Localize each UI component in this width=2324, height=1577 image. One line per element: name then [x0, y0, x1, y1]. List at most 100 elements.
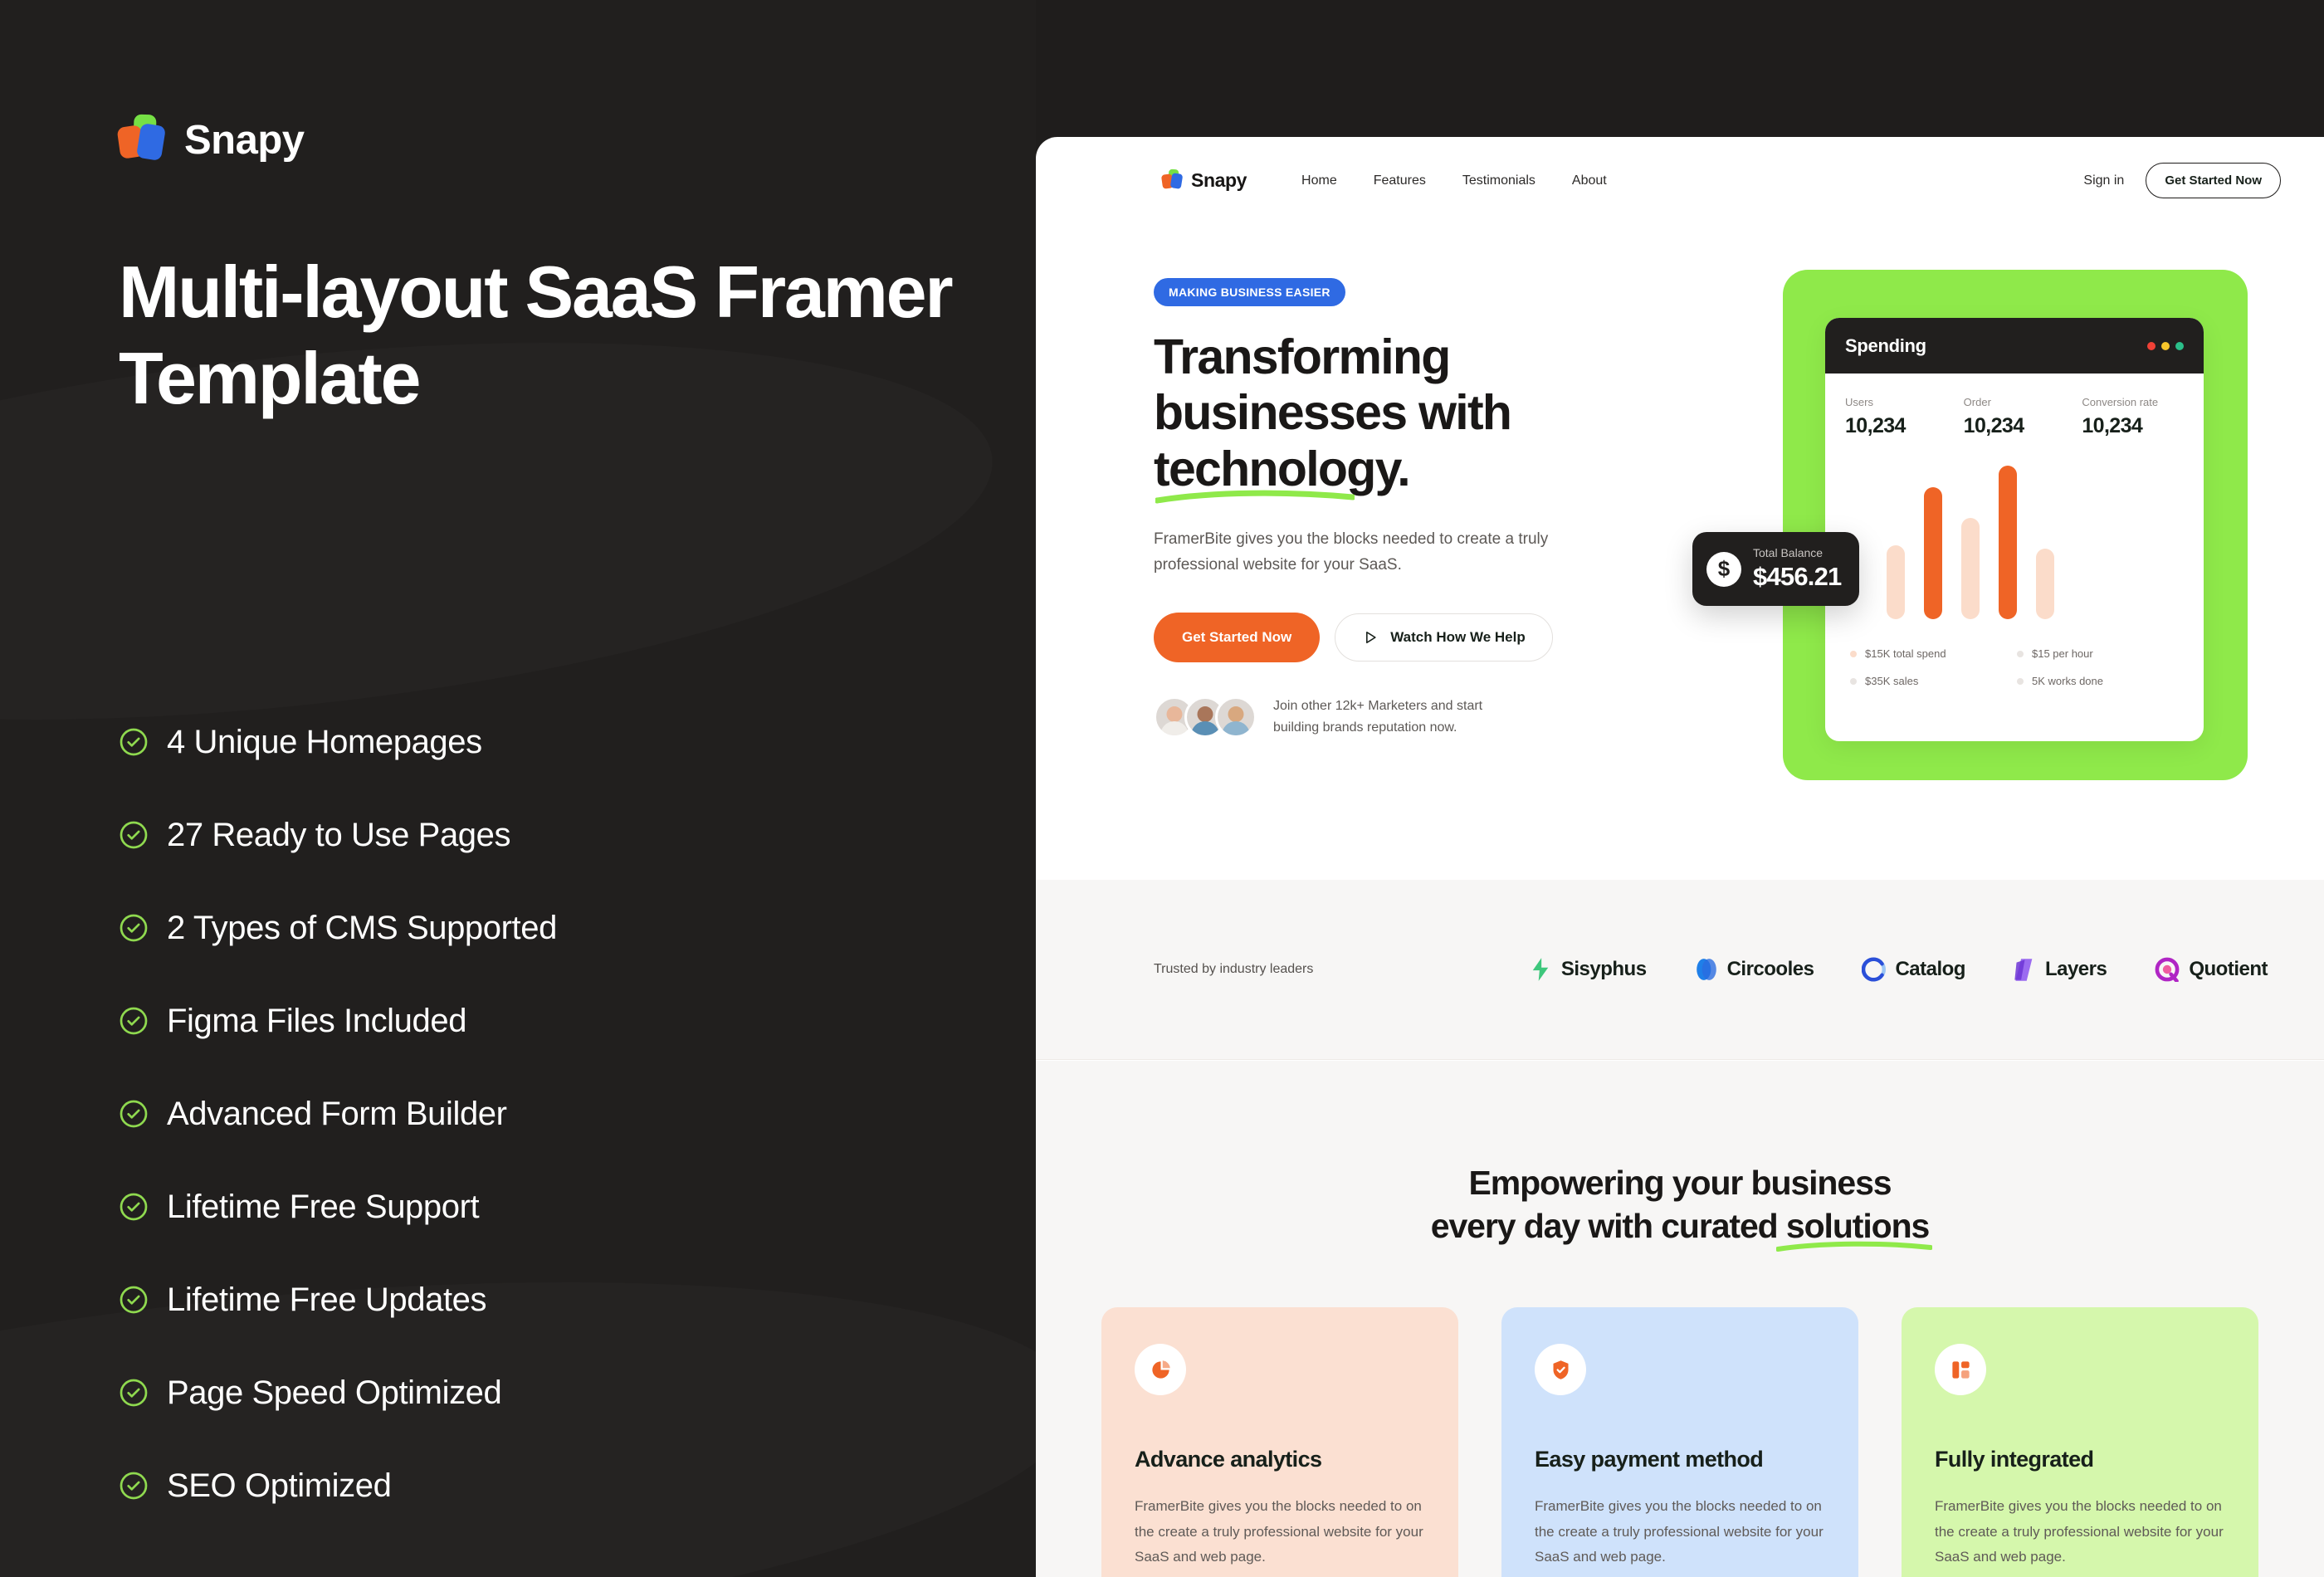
stat-users: Users 10,234 [1845, 396, 1947, 438]
solution-card-title: Advance analytics [1135, 1447, 1322, 1472]
brand-name: Snapy [184, 118, 305, 163]
spending-dashboard-card: Spending Users 10,234 Order 10,234 Conve… [1825, 318, 2204, 741]
list-item-label: 27 Ready to Use Pages [167, 816, 511, 853]
lightning-bolt-icon [1532, 958, 1549, 981]
minimize-dot-icon [2161, 341, 2170, 350]
section-heading-line-2: every day with curated solutions [1430, 1206, 1931, 1245]
chart-bar [1924, 486, 1942, 619]
hero-copy: MAKING BUSINESS EASIER Transforming busi… [1154, 278, 1618, 738]
check-circle-icon [120, 1379, 148, 1407]
check-circle-icon [120, 1193, 148, 1221]
solution-card-advance-analytics[interactable]: Advance analytics FramerBite gives you t… [1101, 1307, 1458, 1577]
brand-logo-row: Snapy [116, 114, 305, 166]
spending-card-title: Spending [1845, 334, 1926, 356]
list-item: Figma Files Included [119, 974, 557, 1067]
nav-link-about[interactable]: About [1572, 173, 1607, 188]
balance-value: $456.21 [1753, 562, 1842, 591]
trusted-by-label: Trusted by industry leaders [1154, 962, 1314, 976]
balance-label: Total Balance [1753, 546, 1824, 559]
list-item: Page Speed Optimized [119, 1346, 557, 1439]
stat-label: Order [1963, 396, 1991, 408]
chart-legend: $15K total spend $15 per hour $35K sales… [1825, 619, 2204, 687]
solution-card-easy-payment-method[interactable]: Easy payment method FramerBite gives you… [1501, 1307, 1858, 1577]
hero-primary-cta-button[interactable]: Get Started Now [1154, 613, 1321, 663]
brand-name: Catalog [1895, 958, 1965, 980]
get-started-button[interactable]: Get Started Now [2146, 163, 2281, 198]
hero-title-line-1: Transforming [1154, 330, 1451, 384]
hero-badge: MAKING BUSINESS EASIER [1154, 278, 1345, 306]
brand-quotient: Quotient [2155, 957, 2268, 982]
social-proof-text: Join other 12k+ Marketers and start buil… [1273, 699, 1483, 735]
pie-chart-icon [1135, 1344, 1186, 1396]
list-item: Advanced Form Builder [119, 1067, 557, 1160]
snapy-logo-icon [1160, 168, 1184, 192]
check-circle-icon [120, 821, 148, 849]
nav-actions: Sign in Get Started Now [2083, 163, 2281, 198]
stat-value: 10,234 [1845, 414, 1906, 437]
brand-sisyphus: Sisyphus [1529, 957, 1647, 982]
solutions-section: Empowering your business every day with … [1036, 1061, 2324, 1577]
nav-link-home[interactable]: Home [1301, 173, 1337, 188]
legend-label: $35K sales [1865, 675, 1919, 687]
green-underline-decor [1776, 1241, 1932, 1252]
legend-label: $15K total spend [1865, 647, 1946, 660]
list-item: SEO Optimized [119, 1439, 557, 1532]
nav-link-testimonials[interactable]: Testimonials [1462, 173, 1536, 188]
trusted-by-band: Trusted by industry leaders Sisyphus Cir… [1036, 880, 2324, 1060]
maximize-dot-icon [2175, 341, 2184, 350]
brand-layers: Layers [2014, 957, 2107, 983]
letter-c-icon [1862, 957, 1887, 982]
brand-name: Layers [2044, 958, 2107, 980]
check-circle-icon [120, 914, 148, 942]
check-circle-icon [120, 728, 148, 756]
legend-item: $15K total spend [1850, 647, 2017, 660]
solution-card-body: FramerBite gives you the blocks needed t… [1935, 1498, 2224, 1565]
stat-order: Order 10,234 [1964, 396, 2066, 438]
solution-cards-row: Advance analytics FramerBite gives you t… [1036, 1307, 2324, 1577]
section-heading-line-1: Empowering your business [1468, 1164, 1892, 1202]
stat-label: Conversion rate [2082, 396, 2159, 408]
nav-brand-name: Snapy [1191, 169, 1247, 191]
legend-label: 5K works done [2032, 675, 2103, 687]
list-item-label: Lifetime Free Support [167, 1188, 480, 1225]
list-item-label: SEO Optimized [167, 1467, 392, 1504]
list-item: 2 Types of CMS Supported [119, 881, 557, 974]
spending-bar-chart [1825, 453, 2204, 619]
nav-brand[interactable]: Snapy [1160, 168, 1247, 192]
nav-links: Home Features Testimonials About [1301, 173, 1607, 188]
hero-subtitle: FramerBite gives you the blocks needed t… [1154, 530, 1549, 574]
layout-blocks-icon [1935, 1344, 1986, 1396]
list-item: Lifetime Free Updates [119, 1253, 557, 1346]
letter-q-icon [2155, 957, 2180, 982]
list-item-label: 4 Unique Homepages [167, 723, 482, 760]
brand-name: Sisyphus [1560, 958, 1647, 980]
stat-conversion-rate: Conversion rate 10,234 [2082, 396, 2184, 438]
hero-section: MAKING BUSINESS EASIER Transforming busi… [1036, 224, 2324, 880]
hero-secondary-cta-button[interactable]: Watch How We Help [1335, 613, 1553, 662]
hero-cta-row: Get Started Now Watch How We Help [1154, 613, 1618, 663]
window-controls [2147, 341, 2184, 350]
nav-link-features[interactable]: Features [1374, 173, 1426, 188]
circles-icon [1696, 959, 1716, 980]
list-item: 27 Ready to Use Pages [119, 788, 557, 881]
list-item-label: Lifetime Free Updates [167, 1281, 487, 1318]
close-dot-icon [2147, 341, 2156, 350]
social-proof-row: Join other 12k+ Marketers and start buil… [1154, 696, 1618, 738]
chart-bar [1999, 466, 2017, 619]
solution-card-fully-integrated[interactable]: Fully integrated FramerBite gives you th… [1902, 1307, 2258, 1577]
stats-row: Users 10,234 Order 10,234 Conversion rat… [1825, 374, 2204, 438]
left-promo-panel: Snapy Multi-layout SaaS Framer Template … [0, 0, 1036, 1577]
hero-secondary-cta-label: Watch How We Help [1390, 629, 1526, 646]
solution-card-title: Easy payment method [1535, 1447, 1764, 1472]
hero-title: Transforming businesses with technology. [1154, 330, 1618, 504]
list-item-label: Figma Files Included [167, 1002, 467, 1039]
dollar-coin-icon: $ [1706, 551, 1741, 587]
legend-item: 5K works done [2017, 675, 2184, 687]
stat-value: 10,234 [2082, 414, 2143, 437]
brand-name: Quotient [2189, 958, 2268, 980]
brand-circooles: Circooles [1695, 957, 1814, 982]
signin-link[interactable]: Sign in [2083, 173, 2124, 188]
section-heading: Empowering your business every day with … [1036, 1162, 2324, 1252]
solution-card-title: Fully integrated [1935, 1447, 2094, 1472]
chart-bar [1887, 545, 1905, 619]
